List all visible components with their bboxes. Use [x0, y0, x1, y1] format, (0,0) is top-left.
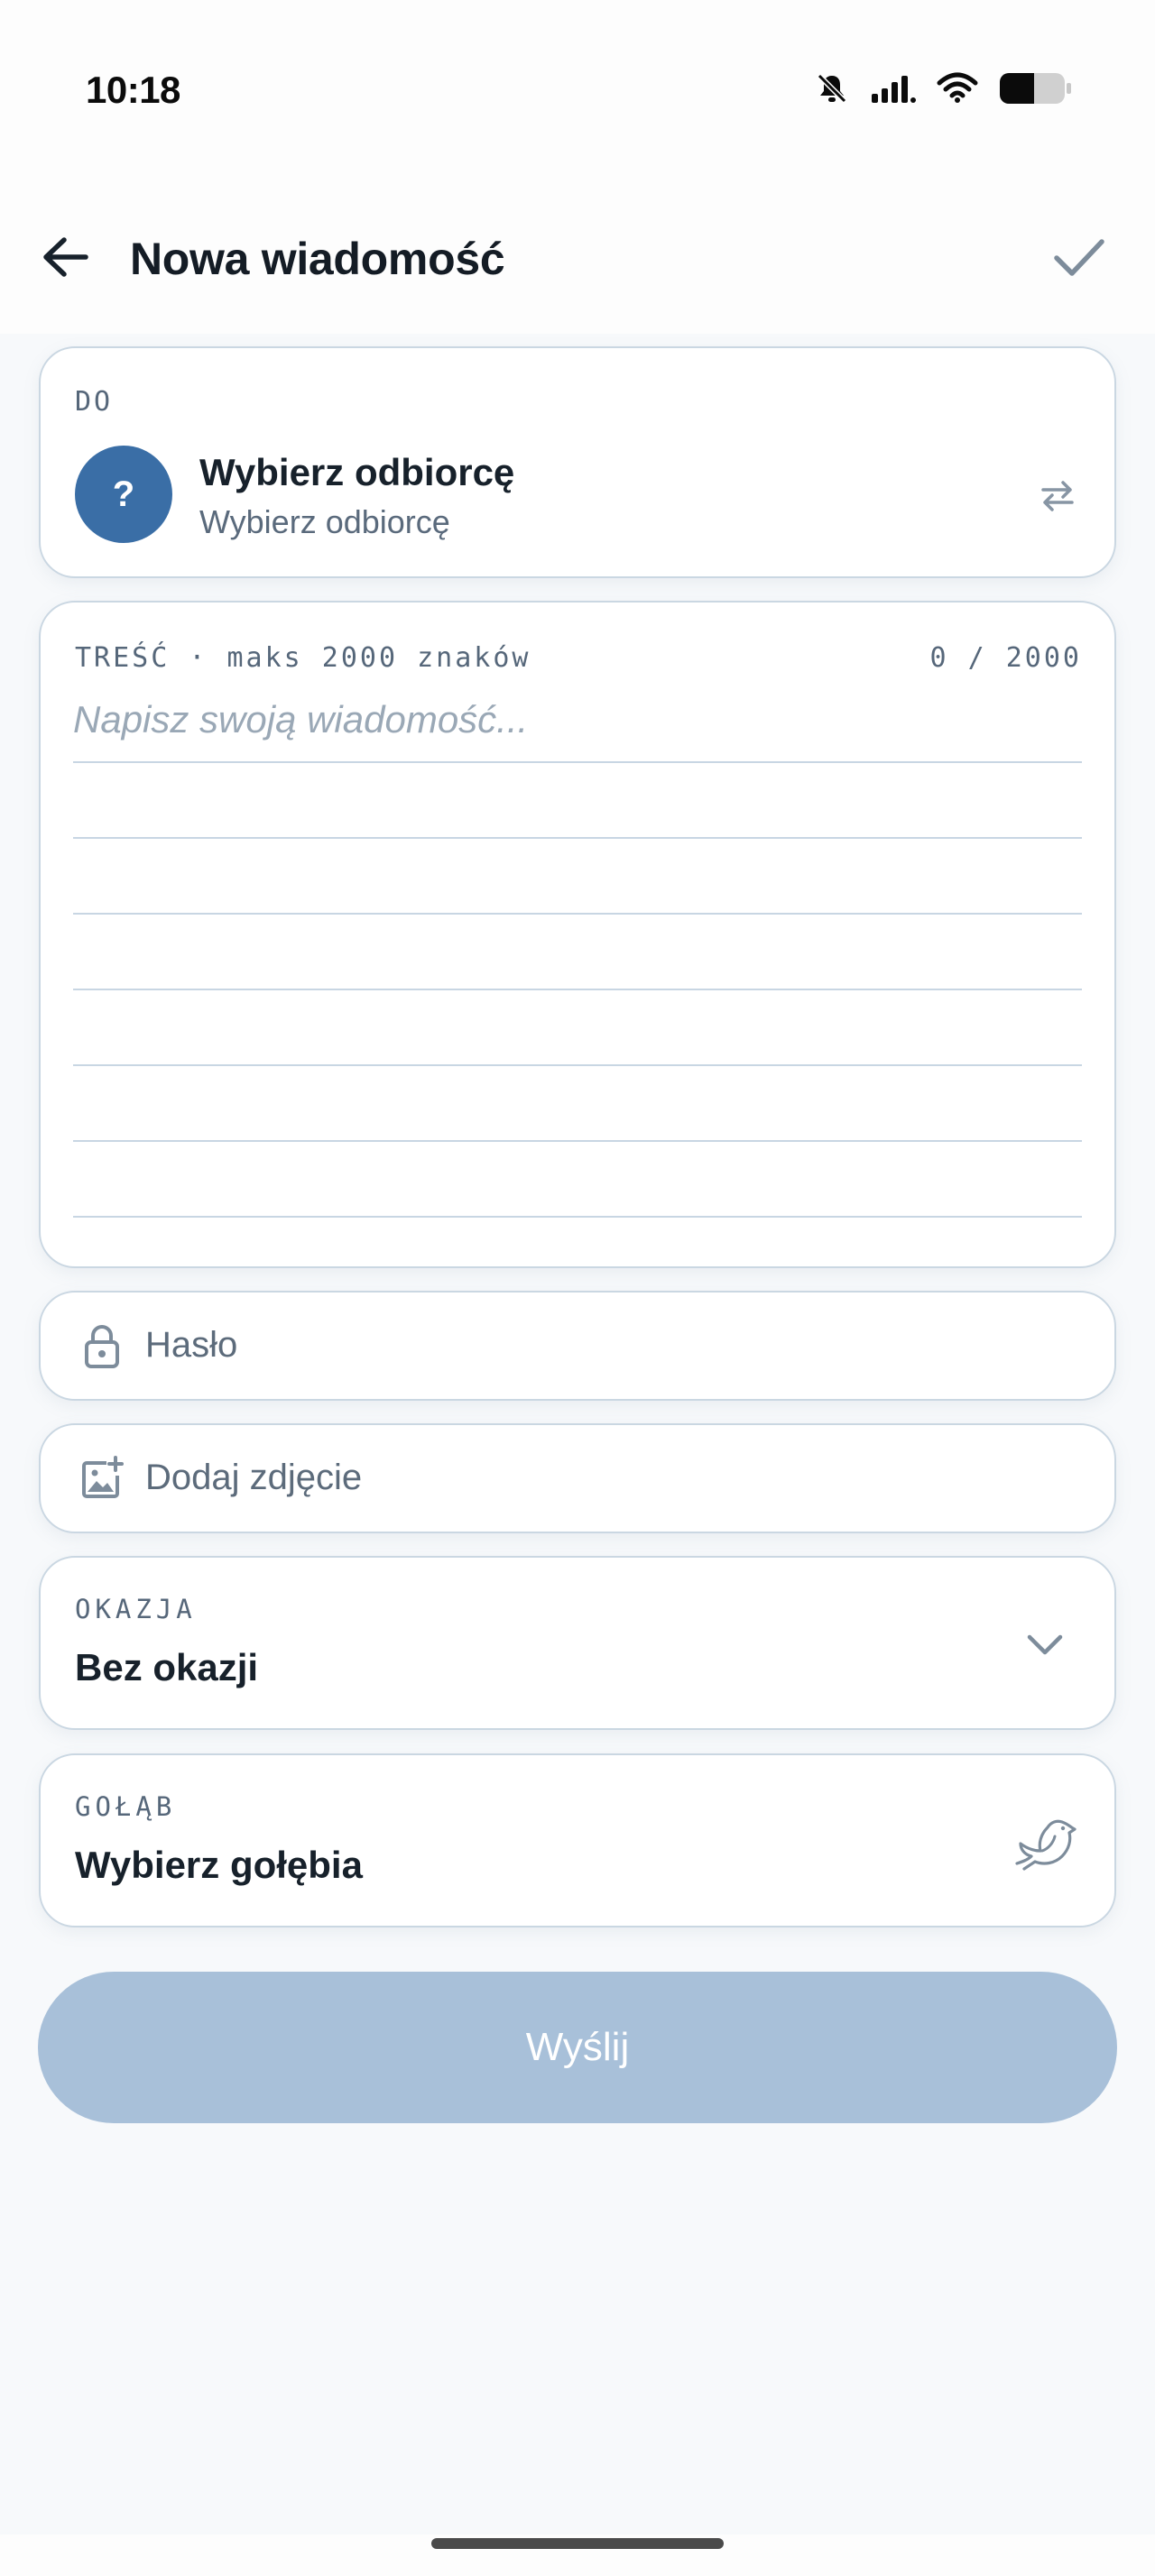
muted-bell-icon: [814, 70, 850, 111]
status-time: 10:18: [86, 69, 180, 111]
ruled-line: [73, 989, 1082, 990]
recipient-selector[interactable]: DO ? Wybierz odbiorcę Wybierz odbiorcę: [39, 346, 1116, 578]
arrow-left-icon: [43, 237, 88, 277]
status-icons: [814, 70, 1072, 111]
send-button[interactable]: Wyślij: [38, 1972, 1117, 2123]
add-image-icon: [77, 1453, 127, 1504]
message-editor[interactable]: TREŚĆ · maks 2000 znaków 0 / 2000 Napisz…: [39, 601, 1116, 1268]
occasion-label: OKAZJA: [75, 1594, 197, 1624]
status-bar: 10:18: [0, 0, 1155, 180]
bird-icon: [1015, 1819, 1076, 1871]
ruled-line: [73, 913, 1082, 915]
page-title: Nowa wiadomość: [130, 234, 505, 284]
occasion-select[interactable]: OKAZJA Bez okazji: [39, 1556, 1116, 1730]
home-indicator[interactable]: [431, 2538, 724, 2549]
confirm-button[interactable]: [1049, 229, 1110, 287]
checkmark-icon: [1054, 239, 1104, 276]
cellular-signal-icon: [870, 72, 917, 109]
recipient-name: Wybierz odbiorcę: [199, 451, 515, 493]
recipient-label: DO: [75, 386, 114, 418]
top-app-bar: Nowa wiadomość: [0, 198, 1155, 334]
recipient-subtitle: Wybierz odbiorcę: [199, 503, 450, 540]
swap-arrows-icon: [1041, 481, 1074, 511]
ruled-line: [73, 1140, 1082, 1142]
add-photo-button[interactable]: Dodaj zdjęcie: [39, 1423, 1116, 1533]
character-counter: 0 / 2000: [929, 642, 1082, 674]
battery-icon: [998, 70, 1072, 111]
swap-recipient-button[interactable]: [1035, 473, 1080, 518]
pigeon-label: GOŁĄB: [75, 1791, 177, 1822]
occasion-value: Bez okazji: [75, 1646, 259, 1688]
lock-icon: [77, 1320, 127, 1371]
message-label: TREŚĆ · maks 2000 znaków: [75, 642, 531, 674]
ruled-line: [73, 1216, 1082, 1218]
ruled-line: [73, 761, 1082, 763]
add-photo-label: Dodaj zdjęcie: [145, 1458, 363, 1497]
back-button[interactable]: [38, 229, 94, 285]
password-field[interactable]: Hasło: [39, 1291, 1116, 1401]
pigeon-select[interactable]: GOŁĄB Wybierz gołębia: [39, 1753, 1116, 1927]
pigeon-value: Wybierz gołębia: [75, 1844, 363, 1886]
recipient-avatar: ?: [75, 446, 172, 543]
wifi-icon: [937, 72, 978, 109]
chevron-down-icon: [1027, 1634, 1063, 1655]
ruled-line: [73, 837, 1082, 839]
ruled-line: [73, 1064, 1082, 1066]
password-placeholder: Hasło: [145, 1325, 238, 1365]
message-placeholder: Napisz swoją wiadomość...: [73, 698, 529, 741]
